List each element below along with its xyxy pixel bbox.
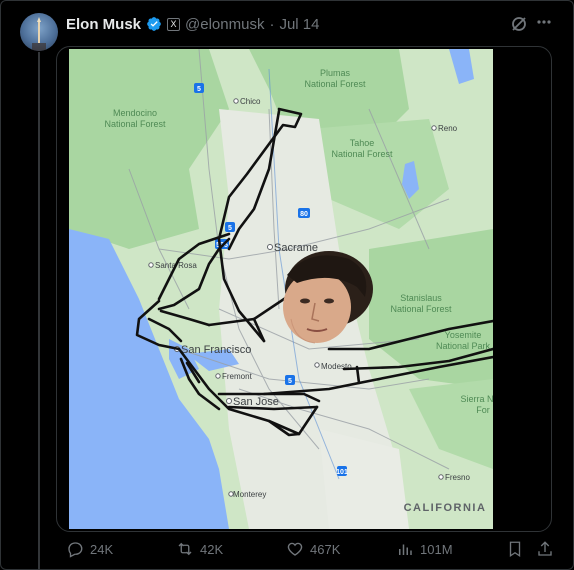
views-count: 101M bbox=[420, 541, 453, 557]
repost-button[interactable]: 42K bbox=[176, 540, 223, 558]
label-mendocino-2: National Forest bbox=[104, 119, 166, 129]
highway-shield-80: 80 bbox=[300, 211, 308, 218]
label-sierra-2: For bbox=[476, 405, 490, 415]
repost-count: 42K bbox=[200, 541, 224, 557]
reply-button[interactable]: 24K bbox=[66, 540, 113, 558]
tweet-date[interactable]: Jul 14 bbox=[279, 16, 319, 33]
label-stanislaus: Stanislaus bbox=[400, 293, 442, 303]
highway-shield-5c: 5 bbox=[288, 378, 292, 385]
grok-icon[interactable] bbox=[510, 15, 528, 33]
author-name[interactable]: Elon Musk bbox=[66, 16, 141, 33]
verified-badge-icon[interactable] bbox=[146, 16, 162, 32]
label-chico: Chico bbox=[240, 97, 261, 106]
label-monterey: Monterey bbox=[233, 490, 266, 499]
tweet-media[interactable]: 5 80 505 5 5 101 Plumas National Forest … bbox=[56, 46, 552, 532]
label-fremont: Fremont bbox=[222, 372, 253, 381]
heart-icon bbox=[287, 542, 303, 556]
label-plumas: Plumas bbox=[320, 68, 351, 78]
label-mendocino: Mendocino bbox=[113, 108, 157, 118]
label-san-francisco: San Francisco bbox=[181, 344, 251, 356]
bookmark-icon bbox=[509, 541, 521, 558]
tweet-actions: 24K 42K 467K 101M bbox=[66, 540, 556, 560]
x-affiliate-badge-icon: X bbox=[167, 17, 181, 31]
label-yosemite: Yosemite bbox=[445, 330, 482, 340]
views-button[interactable]: 101M bbox=[396, 540, 453, 558]
label-tahoe-2: National Forest bbox=[331, 149, 393, 159]
label-fresno: Fresno bbox=[445, 473, 470, 482]
reply-count: 24K bbox=[90, 541, 114, 557]
highway-shield-101: 101 bbox=[336, 469, 348, 476]
bookmark-button[interactable] bbox=[506, 540, 524, 558]
label-reno: Reno bbox=[438, 124, 458, 133]
label-california: CALIFORNIA bbox=[404, 502, 487, 514]
label-tahoe: Tahoe bbox=[350, 138, 375, 148]
highway-shield-5: 5 bbox=[197, 86, 201, 93]
label-stanislaus-2: National Forest bbox=[390, 304, 452, 314]
thread-line bbox=[38, 52, 40, 570]
avatar[interactable] bbox=[20, 13, 58, 51]
share-icon bbox=[538, 541, 552, 556]
highway-shield-5b: 5 bbox=[228, 225, 232, 232]
share-button[interactable] bbox=[536, 540, 554, 558]
label-sierra: Sierra N bbox=[460, 394, 493, 404]
like-count: 467K bbox=[310, 541, 341, 557]
separator-dot: · bbox=[269, 15, 275, 33]
map-image: 5 80 505 5 5 101 Plumas National Forest … bbox=[69, 49, 493, 529]
more-options-icon[interactable] bbox=[536, 12, 552, 32]
author-handle[interactable]: @elonmusk bbox=[185, 16, 264, 33]
views-chart-icon bbox=[399, 544, 412, 555]
like-button[interactable]: 467K bbox=[286, 540, 340, 558]
reply-icon bbox=[68, 542, 83, 558]
label-plumas-2: National Forest bbox=[304, 79, 366, 89]
repost-icon bbox=[178, 542, 192, 556]
tweet-header: Elon Musk X @elonmusk · Jul 14 bbox=[66, 14, 319, 34]
label-sacramento: Sacrame bbox=[274, 242, 318, 254]
label-yosemite-2: National Park bbox=[436, 341, 491, 351]
